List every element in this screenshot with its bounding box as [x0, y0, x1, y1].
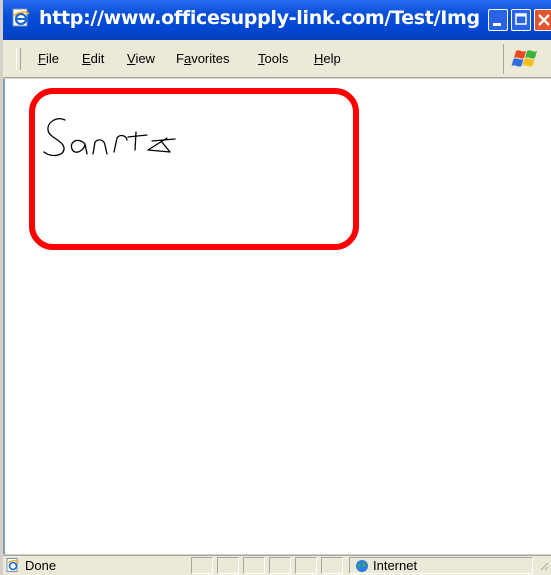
close-button[interactable] — [534, 9, 551, 31]
status-zone-label: Internet — [373, 558, 418, 573]
ie-page-icon[interactable] — [11, 8, 31, 28]
menu-file-label: ile — [45, 51, 59, 66]
menu-file[interactable]: File — [38, 51, 59, 66]
signature-image — [43, 118, 176, 157]
menu-favorites[interactable]: Favorites — [176, 51, 229, 66]
status-pane — [243, 557, 265, 574]
menu-tools[interactable]: Tools — [258, 51, 288, 66]
menu-tools-label: ools — [264, 51, 289, 66]
ie-page-icon — [6, 558, 20, 572]
signature-highlight-box — [29, 88, 359, 250]
browser-window: http://www.officesupply-link.com/Test/Im… — [0, 0, 551, 575]
status-pane — [295, 557, 317, 574]
menu-edit-label: dit — [90, 51, 105, 66]
maximize-icon — [515, 13, 527, 25]
menu-favorites-label: vorites — [191, 51, 230, 66]
menu-file-accel: F — [38, 51, 46, 66]
menu-edit-accel: E — [82, 51, 91, 66]
status-pane — [191, 557, 213, 574]
toolbar-grip[interactable] — [16, 48, 21, 70]
menu-view[interactable]: View — [127, 51, 155, 66]
status-text: Done — [25, 558, 57, 573]
close-icon — [538, 14, 550, 26]
menu-help-label: elp — [323, 51, 341, 66]
menu-edit[interactable]: Edit — [82, 51, 104, 66]
status-pane — [269, 557, 291, 574]
menu-help[interactable]: Help — [314, 51, 341, 66]
status-pane — [321, 557, 343, 574]
minimize-button[interactable] — [488, 9, 508, 31]
window-title: http://www.officesupply-link.com/Test/Im… — [39, 7, 479, 29]
maximize-button[interactable] — [511, 9, 531, 31]
minimize-icon — [493, 23, 501, 26]
menu-favorites-pre: F — [176, 51, 184, 66]
windows-logo-icon — [503, 44, 550, 74]
status-pane — [217, 557, 239, 574]
internet-globe-icon — [355, 559, 369, 573]
page-content — [3, 79, 551, 554]
title-bar[interactable]: http://www.officesupply-link.com/Test/Im… — [3, 0, 551, 40]
menu-help-accel: H — [314, 51, 324, 66]
resize-grip-icon[interactable] — [537, 559, 549, 573]
status-bar: Done Internet — [3, 555, 551, 575]
menu-view-label: iew — [135, 51, 155, 66]
menu-bar: File Edit View Favorites Tools Help — [3, 40, 551, 78]
